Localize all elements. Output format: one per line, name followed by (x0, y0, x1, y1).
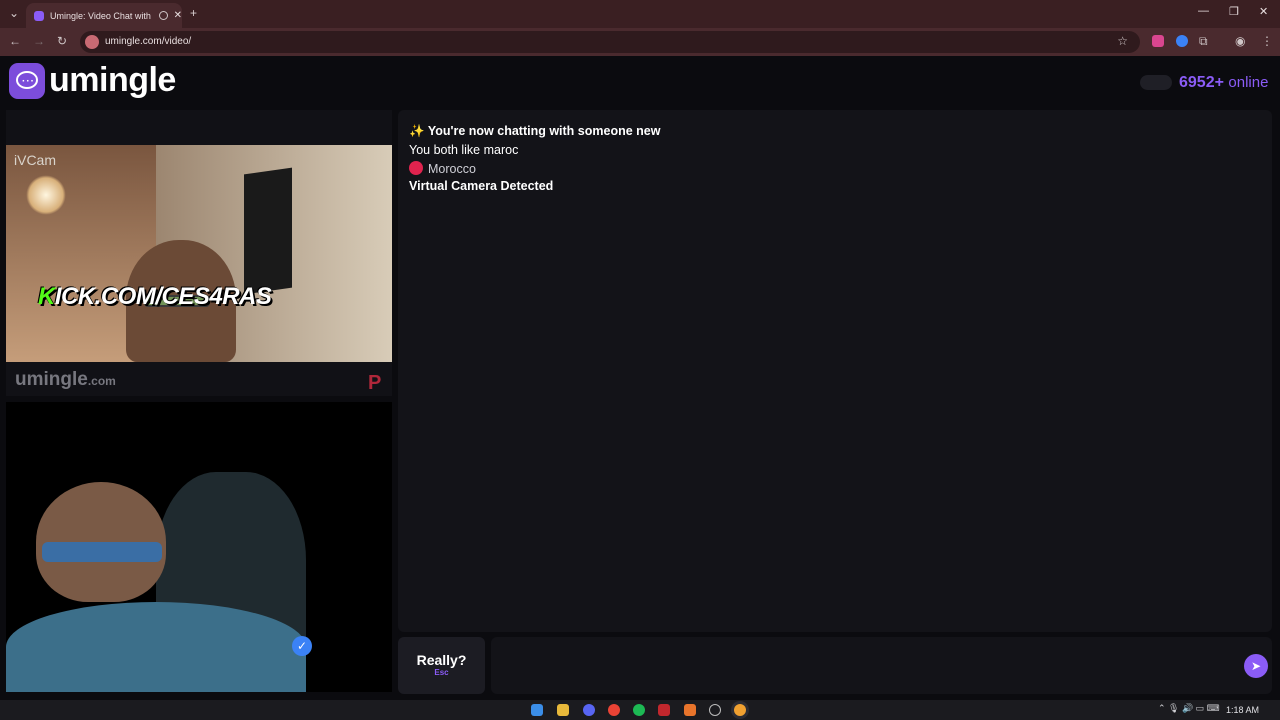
chrome-icon[interactable] (608, 704, 620, 716)
morocco-flag-icon (409, 161, 423, 175)
recording-indicator-icon (158, 11, 168, 20)
umingle-watermark: umingle.com (15, 369, 116, 390)
self-video-panel (6, 402, 392, 692)
bookmark-star-icon[interactable]: ☆ (1117, 34, 1128, 48)
chat-panel: ✨ You're now chatting with someone new Y… (398, 110, 1272, 632)
chat-common-interest: You both like maroc (409, 143, 519, 157)
online-label: online (1228, 74, 1269, 91)
video-column: iVCam umingle.com P (6, 110, 392, 692)
url-text[interactable]: umingle.com/video/ (105, 36, 191, 47)
browser-menu-icon[interactable]: ⋮ (1261, 34, 1273, 48)
address-bar[interactable]: umingle.com/video/ ☆ (80, 31, 1140, 53)
online-number: 6952+ (1179, 74, 1224, 91)
tab-search-chevron-icon[interactable]: ⌄ (9, 6, 19, 20)
spotify-icon[interactable] (633, 704, 645, 716)
start-windows-icon[interactable] (531, 704, 543, 716)
browser-tab-bar: ⌄ Umingle: Video Chat with S ✕ + — ❐ ✕ (0, 0, 1280, 28)
windows-taskbar: ⌃ 🎙 🔊 ▭ ⌨ 1:18 AM (0, 700, 1280, 720)
sparkles-icon: ✨ (409, 124, 425, 138)
blue-glasses (42, 542, 162, 562)
restore-window-icon[interactable]: ❐ (1229, 5, 1239, 18)
app-icon[interactable] (709, 704, 721, 716)
extension-icon[interactable] (1152, 35, 1164, 47)
report-flag-icon[interactable]: P (368, 372, 381, 395)
close-window-icon[interactable]: ✕ (1259, 5, 1268, 18)
skip-button-label: Really? (416, 652, 467, 668)
stranger-video: iVCam (6, 145, 392, 362)
theme-toggle[interactable] (1140, 75, 1172, 90)
kick-overlay-text: KICK.COM/CES4RAS (38, 283, 272, 310)
profile-icon[interactable]: ◉ (1235, 34, 1245, 48)
wall-tv (244, 167, 292, 295)
umingle-logo-text[interactable]: umingle (49, 61, 176, 100)
extension-icon[interactable] (1176, 35, 1188, 47)
back-icon[interactable]: ← (9, 34, 21, 48)
tab-title: Umingle: Video Chat with S (50, 10, 153, 21)
app-icon[interactable] (684, 704, 696, 716)
send-icon[interactable]: ➤ (1244, 654, 1268, 678)
new-tab-button[interactable]: + (190, 6, 197, 20)
ivcam-watermark: iVCam (14, 152, 57, 168)
extensions-puzzle-icon[interactable]: ⧉ (1199, 34, 1208, 49)
verified-badge-icon: ✓ (292, 636, 312, 656)
system-tray-icons[interactable]: ⌃ 🎙 🔊 ▭ ⌨ (1158, 703, 1220, 714)
self-person-shirt (6, 602, 306, 692)
lamp (26, 175, 66, 215)
message-input[interactable] (491, 637, 1272, 694)
stranger-video-panel: iVCam umingle.com P (6, 110, 392, 396)
browser-toolbar: ← → ↻ umingle.com/video/ ☆ ⧉ ◉ ⋮ (0, 28, 1280, 56)
app-icon[interactable] (658, 704, 670, 716)
chat-virtual-camera-warning: Virtual Camera Detected (409, 179, 554, 193)
browser-tab-active[interactable]: Umingle: Video Chat with S ✕ (26, 3, 182, 28)
umingle-page: ··· umingle 6952+ online iVCam umingle.c… (0, 56, 1280, 700)
chrome-active-icon[interactable] (734, 704, 746, 716)
site-info-icon[interactable] (85, 35, 99, 49)
file-explorer-icon[interactable] (557, 704, 569, 716)
taskbar-clock[interactable]: 1:18 AM (1226, 705, 1259, 715)
chat-system-message: ✨ You're now chatting with someone new (409, 124, 661, 138)
umingle-logo-icon[interactable]: ··· (9, 63, 45, 99)
online-count: 6952+ online (1179, 74, 1268, 92)
chat-country: Morocco (409, 161, 476, 176)
discord-icon[interactable] (583, 704, 595, 716)
minimize-window-icon[interactable]: — (1198, 5, 1209, 17)
close-tab-icon[interactable]: ✕ (174, 10, 182, 21)
reload-icon[interactable]: ↻ (57, 34, 67, 48)
skip-button[interactable]: Really? Esc (398, 637, 485, 694)
skip-button-hint: Esc (434, 668, 449, 677)
forward-icon[interactable]: → (33, 34, 45, 48)
umingle-favicon-icon (34, 10, 44, 21)
